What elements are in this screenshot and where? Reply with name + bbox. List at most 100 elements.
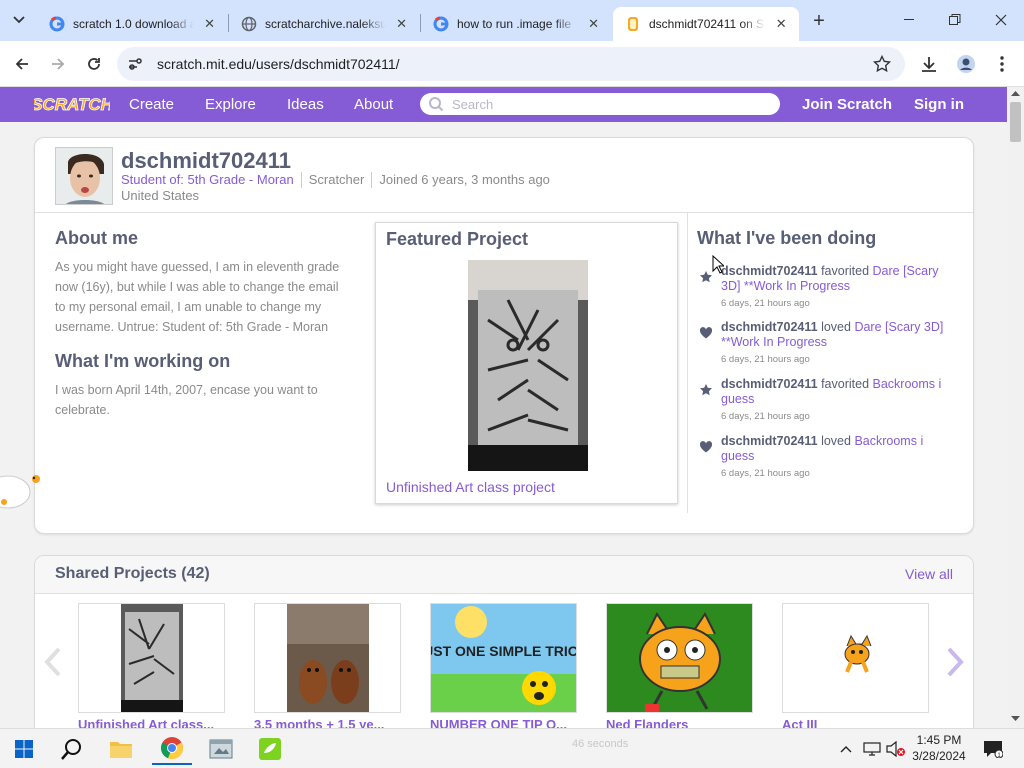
project-card[interactable]: JUST ONE SIMPLE TRICK! NUMBER ONE TIP O.… (430, 603, 577, 728)
url-text: scratch.mit.edu/users/dschmidt702411/ (157, 56, 400, 72)
chrome-icon[interactable] (152, 733, 192, 765)
close-window-button[interactable] (978, 0, 1024, 40)
carousel-prev-icon[interactable] (39, 644, 67, 680)
project-title[interactable]: 3.5 months + 1.5 ye... (254, 717, 401, 728)
about-column: About me As you might have guessed, I am… (55, 228, 345, 420)
star-icon (699, 270, 713, 284)
activity-action: favorited (821, 264, 870, 278)
download-icon[interactable] (917, 52, 941, 76)
project-card[interactable]: 3.5 months + 1.5 ye... (254, 603, 401, 728)
forward-button[interactable] (46, 52, 70, 76)
activity-time: 6 days, 21 hours ago (721, 411, 810, 422)
file-explorer-icon[interactable] (101, 733, 141, 765)
ghost-text: 46 seconds (572, 738, 629, 750)
nav-create-link[interactable]: Create (129, 96, 174, 113)
tab-search-icon[interactable] (7, 8, 31, 32)
featured-project: Featured Project Unfinished Art class pr… (375, 222, 678, 504)
taskbar: 46 seconds 1:45 PM 3/28/2024 1 (0, 728, 1024, 768)
student-of-link[interactable]: Student of: 5th Grade - Moran (121, 172, 294, 188)
project-title[interactable]: Ned Flanders (606, 717, 753, 728)
project-card[interactable]: Unfinished Art class... (78, 603, 225, 728)
project-card[interactable]: Act III (782, 603, 929, 728)
clock-time: 1:45 PM (916, 733, 962, 747)
featured-project-link[interactable]: Unfinished Art class project (386, 479, 555, 495)
page-scrollbar[interactable] (1007, 87, 1024, 728)
joined-date: Joined 6 years, 3 months ago (379, 172, 550, 187)
project-thumbnail[interactable] (782, 603, 929, 713)
tab-scratcharchive[interactable]: scratcharchive.naleksuh ✕ (229, 7, 419, 41)
activity-column: What I've been doing dschmidt702411 favo… (697, 228, 965, 479)
activity-time: 6 days, 21 hours ago (721, 298, 810, 309)
project-thumbnail[interactable] (606, 603, 753, 713)
site-info-icon[interactable] (127, 56, 143, 72)
windows-start-icon[interactable] (4, 733, 44, 765)
menu-icon[interactable] (990, 52, 1014, 76)
heart-icon (699, 440, 713, 454)
nav-about-link[interactable]: About (354, 96, 393, 113)
address-bar[interactable]: scratch.mit.edu/users/dschmidt702411/ (117, 47, 905, 81)
search-input[interactable] (452, 95, 752, 113)
tab-title: how to run .image file (457, 17, 572, 31)
new-tab-button[interactable]: + (808, 10, 830, 32)
activity-user[interactable]: dschmidt702411 (721, 320, 818, 334)
restore-button[interactable] (932, 0, 978, 40)
activity-user[interactable]: dschmidt702411 (721, 377, 818, 391)
mouse-cursor-icon (712, 255, 724, 274)
project-card[interactable]: Ned Flanders (606, 603, 753, 728)
activity-user[interactable]: dschmidt702411 (721, 264, 818, 278)
project-title[interactable]: Act III (782, 717, 929, 728)
sign-in-link[interactable]: Sign in (914, 96, 964, 113)
profile-icon[interactable] (954, 52, 978, 76)
activity-action: favorited (821, 377, 870, 391)
nav-explore-link[interactable]: Explore (205, 96, 256, 113)
activity-action: loved (821, 434, 851, 448)
tab-scratch-profile[interactable]: dschmidt702411 on Scratch ✕ (613, 7, 799, 41)
shared-projects-header: Shared Projects (42) View all (35, 556, 973, 594)
about-text: As you might have guessed, I am in eleve… (55, 260, 340, 334)
google-icon (49, 16, 65, 32)
username: dschmidt702411 (121, 148, 291, 173)
carousel-next-icon[interactable] (941, 644, 969, 680)
clock-date: 3/28/2024 (912, 749, 966, 763)
tab-run-image[interactable]: how to run .image file ✕ (421, 7, 611, 41)
project-title[interactable]: Unfinished Art class... (78, 717, 225, 728)
avatar[interactable] (55, 147, 113, 205)
clock[interactable]: 1:45 PM 3/28/2024 (900, 732, 978, 764)
user-role: Scratcher (308, 172, 365, 187)
squeak-app-icon[interactable] (250, 733, 290, 765)
featured-thumbnail[interactable] (468, 260, 588, 471)
back-button[interactable] (10, 52, 34, 76)
close-icon[interactable]: ✕ (202, 16, 217, 32)
close-icon[interactable]: ✕ (773, 16, 789, 32)
project-thumbnail[interactable] (78, 603, 225, 713)
nav-ideas-link[interactable]: Ideas (287, 96, 324, 113)
notification-icon[interactable]: 1 (978, 733, 1008, 765)
activity-user[interactable]: dschmidt702411 (721, 434, 818, 448)
shared-projects-heading: Shared Projects (42) (55, 565, 210, 582)
search-icon (428, 96, 444, 112)
reload-button[interactable] (82, 52, 106, 76)
thumbnail-text: JUST ONE SIMPLE TRICK! (431, 643, 577, 659)
search-box (420, 93, 780, 115)
minimize-button[interactable] (886, 0, 932, 40)
tab-scratch-download[interactable]: scratch 1.0 download and ✕ (37, 7, 227, 41)
close-icon[interactable]: ✕ (586, 16, 601, 32)
sprite-decoration (0, 475, 40, 509)
tray-chevron-icon[interactable] (834, 733, 858, 765)
join-scratch-link[interactable]: Join Scratch (802, 96, 892, 113)
tab-title: scratcharchive.naleksuh (265, 17, 387, 31)
search-icon[interactable] (52, 733, 92, 765)
project-thumbnail[interactable]: JUST ONE SIMPLE TRICK! (430, 603, 577, 713)
bookmark-star-icon[interactable] (873, 55, 891, 73)
logo-text: SCRATCH (34, 95, 110, 114)
app-window-icon[interactable] (201, 733, 241, 765)
project-thumbnail[interactable] (254, 603, 401, 713)
scratch-logo[interactable]: SCRATCH (34, 92, 110, 116)
network-icon[interactable] (860, 733, 884, 765)
globe-icon (241, 16, 257, 32)
activity-time: 6 days, 21 hours ago (721, 468, 810, 479)
star-icon (699, 383, 713, 397)
close-icon[interactable]: ✕ (394, 16, 409, 32)
project-title[interactable]: NUMBER ONE TIP O... (430, 717, 577, 728)
view-all-link[interactable]: View all (905, 566, 953, 582)
